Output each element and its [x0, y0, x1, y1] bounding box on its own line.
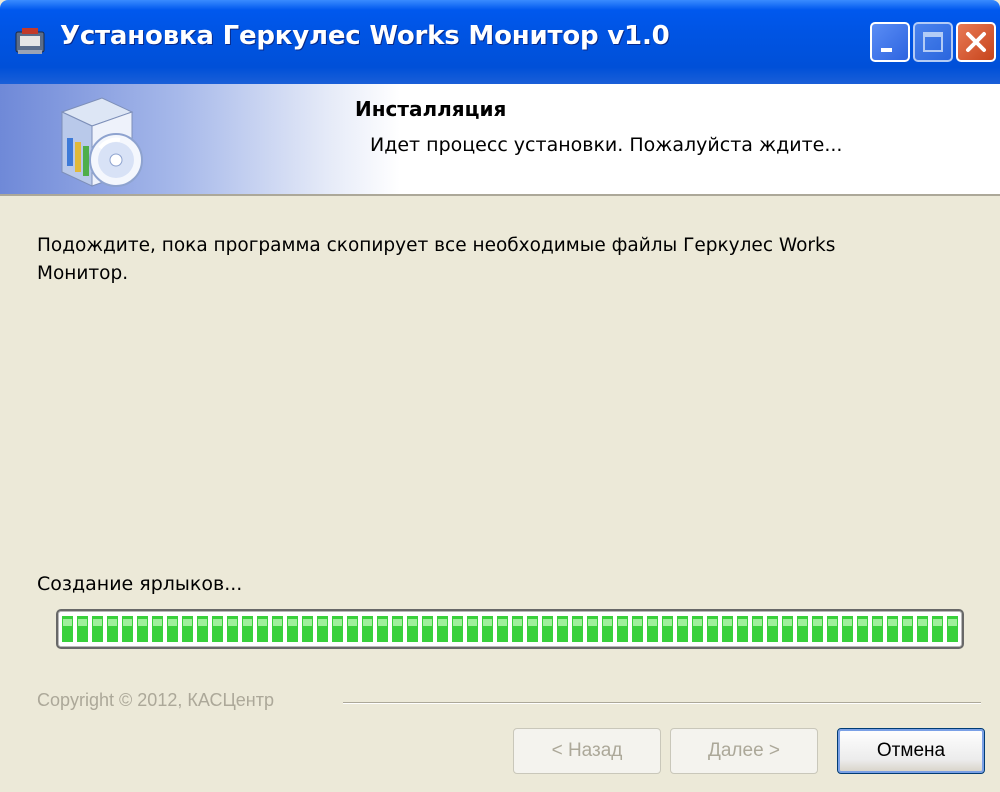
- progress-block-highlight: [513, 619, 522, 626]
- progress-block-highlight: [363, 619, 372, 626]
- progress-block-highlight: [618, 619, 627, 626]
- progress-block-highlight: [903, 619, 912, 626]
- install-message: Подождите, пока программа скопирует все …: [37, 235, 836, 284]
- progress-block-highlight: [258, 619, 267, 626]
- installer-app-icon: [15, 28, 45, 54]
- page-title: Инсталляция: [355, 97, 507, 121]
- progress-block-highlight: [948, 619, 957, 626]
- progress-block-highlight: [783, 619, 792, 626]
- progress-block-highlight: [108, 619, 117, 626]
- progress-block-highlight: [648, 619, 657, 626]
- progress-block-highlight: [933, 619, 942, 626]
- progress-block-highlight: [228, 619, 237, 626]
- progress-block-highlight: [168, 619, 177, 626]
- progress-block-highlight: [828, 619, 837, 626]
- progress-fill: [62, 616, 958, 642]
- progress-block-highlight: [633, 619, 642, 626]
- header-banner: Инсталляция Идет процесс установки. Пожа…: [0, 84, 1000, 196]
- copyright-label: Copyright © 2012, КАСЦентр: [37, 690, 274, 710]
- progress-block-highlight: [663, 619, 672, 626]
- progress-block-highlight: [333, 619, 342, 626]
- progress-block-highlight: [423, 619, 432, 626]
- progress-block-highlight: [78, 619, 87, 626]
- progress-block-highlight: [63, 619, 72, 626]
- minimize-button[interactable]: [870, 22, 910, 62]
- progress-block-highlight: [918, 619, 927, 626]
- maximize-icon: [923, 32, 943, 52]
- cancel-button[interactable]: Отмена: [837, 728, 985, 774]
- progress-block-highlight: [213, 619, 222, 626]
- progress-block-highlight: [318, 619, 327, 626]
- installer-box-cd-icon: [60, 97, 143, 187]
- progress-block-highlight: [678, 619, 687, 626]
- progress-block-highlight: [393, 619, 402, 626]
- progress-block-highlight: [138, 619, 147, 626]
- progress-block-highlight: [753, 619, 762, 626]
- close-button[interactable]: [956, 22, 996, 62]
- progress-block-highlight: [573, 619, 582, 626]
- minimize-icon: [881, 48, 892, 52]
- progress-block-highlight: [708, 619, 717, 626]
- progress-block-highlight: [198, 619, 207, 626]
- progress-block-highlight: [738, 619, 747, 626]
- progress-block-highlight: [288, 619, 297, 626]
- progress-block-highlight: [873, 619, 882, 626]
- progress-block-highlight: [303, 619, 312, 626]
- installer-window: Установка Геркулес Works Монитор v1.0 Ин…: [0, 0, 1000, 792]
- progress-block-highlight: [483, 619, 492, 626]
- back-button[interactable]: < Назад: [513, 728, 661, 774]
- progress-block-highlight: [273, 619, 282, 626]
- close-icon: [966, 32, 986, 52]
- progress-block-highlight: [768, 619, 777, 626]
- progress-block-highlight: [558, 619, 567, 626]
- progress-block-highlight: [843, 619, 852, 626]
- progress-block-highlight: [498, 619, 507, 626]
- progress-bar: [56, 609, 964, 649]
- progress-block-highlight: [378, 619, 387, 626]
- progress-block-highlight: [693, 619, 702, 626]
- progress-block-highlight: [723, 619, 732, 626]
- progress-block-highlight: [888, 619, 897, 626]
- progress-block-highlight: [243, 619, 252, 626]
- progress-block-highlight: [798, 619, 807, 626]
- progress-block-highlight: [528, 619, 537, 626]
- progress-block-highlight: [123, 619, 132, 626]
- progress-block-highlight: [543, 619, 552, 626]
- progress-block-highlight: [348, 619, 357, 626]
- progress-block-highlight: [603, 619, 612, 626]
- progress-block-highlight: [93, 619, 102, 626]
- title-bar[interactable]: Установка Геркулес Works Монитор v1.0: [0, 0, 1000, 84]
- window-title: Установка Геркулес Works Монитор v1.0: [60, 21, 670, 51]
- footer-divider: [343, 702, 981, 704]
- progress-block-highlight: [588, 619, 597, 626]
- status-text: Создание ярлыков...: [37, 573, 243, 595]
- progress-block-highlight: [408, 619, 417, 626]
- progress-block-highlight: [813, 619, 822, 626]
- progress-block-highlight: [468, 619, 477, 626]
- progress-block-highlight: [438, 619, 447, 626]
- progress-block-highlight: [858, 619, 867, 626]
- progress-block-highlight: [153, 619, 162, 626]
- maximize-button[interactable]: [913, 22, 953, 62]
- progress-block-highlight: [183, 619, 192, 626]
- next-button[interactable]: Далее >: [670, 728, 818, 774]
- page-subtitle: Идет процесс установки. Пожалуйста ждите…: [370, 134, 843, 156]
- progress-block-highlight: [453, 619, 462, 626]
